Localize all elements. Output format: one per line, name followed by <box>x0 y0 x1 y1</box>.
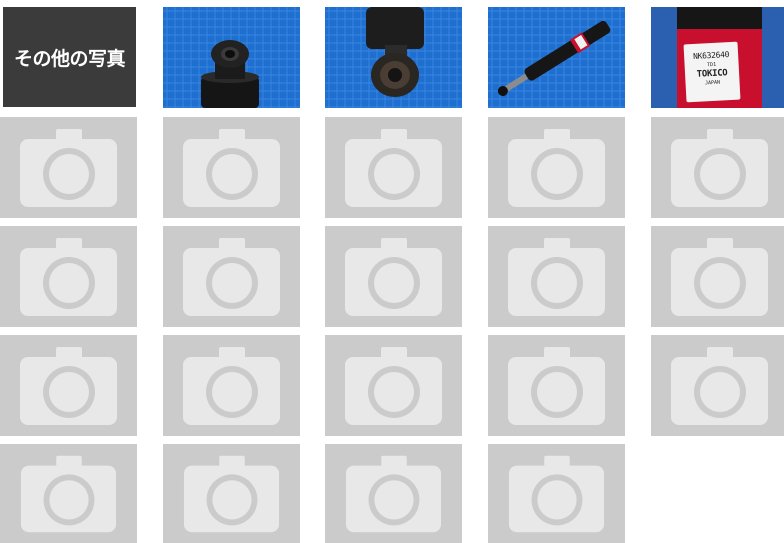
photo-placeholder[interactable] <box>163 117 300 218</box>
photo-placeholder[interactable] <box>488 117 625 218</box>
camera-icon <box>183 129 280 207</box>
photo-placeholder[interactable] <box>488 444 625 543</box>
camera-icon <box>345 455 442 533</box>
camera-icon <box>508 455 605 533</box>
camera-icon <box>345 347 442 425</box>
photo-shock-full <box>488 7 625 108</box>
photo-placeholder[interactable] <box>0 444 137 543</box>
photo-thumb-4[interactable]: NK632640 TD1 TOKICO JAPAN <box>651 7 784 108</box>
photo-placeholder[interactable] <box>488 226 625 327</box>
photo-bushing-eye <box>325 7 462 108</box>
camera-icon <box>20 129 117 207</box>
camera-icon <box>345 238 442 316</box>
camera-icon <box>508 238 605 316</box>
photo-gallery-grid: その他の写真 NK632640 TD1 TOKICO JAPAN <box>0 0 784 543</box>
photo-bushing-top <box>163 7 300 108</box>
camera-icon <box>20 455 117 533</box>
camera-icon <box>671 238 768 316</box>
photo-placeholder[interactable] <box>325 444 462 543</box>
photo-placeholder[interactable] <box>488 335 625 436</box>
part-number-text: NK632640 <box>692 50 730 61</box>
other-photos-label: その他の写真 <box>13 47 126 70</box>
photo-placeholder[interactable] <box>651 226 784 327</box>
camera-icon <box>671 347 768 425</box>
photo-thumb-1[interactable] <box>163 7 300 108</box>
camera-icon <box>345 129 442 207</box>
photo-placeholder[interactable] <box>651 117 784 218</box>
photo-placeholder[interactable] <box>163 335 300 436</box>
photo-placeholder[interactable] <box>0 117 137 218</box>
camera-icon <box>183 347 280 425</box>
camera-icon <box>671 129 768 207</box>
photo-placeholder[interactable] <box>325 226 462 327</box>
photo-placeholder[interactable] <box>163 226 300 327</box>
camera-icon <box>508 347 605 425</box>
camera-icon <box>508 129 605 207</box>
camera-icon <box>20 347 117 425</box>
other-photos-button[interactable]: その他の写真 <box>3 7 136 107</box>
photo-thumb-2[interactable] <box>325 7 462 108</box>
photo-thumb-3[interactable] <box>488 7 625 108</box>
camera-icon <box>183 238 280 316</box>
photo-placeholder[interactable] <box>163 444 300 543</box>
camera-icon <box>183 455 280 533</box>
photo-placeholder[interactable] <box>325 335 462 436</box>
photo-placeholder[interactable] <box>0 226 137 327</box>
photo-placeholder[interactable] <box>0 335 137 436</box>
camera-icon <box>20 238 117 316</box>
shock-label-sticker: NK632640 TD1 TOKICO JAPAN <box>651 7 784 108</box>
photo-placeholder[interactable] <box>651 335 784 436</box>
photo-placeholder[interactable] <box>325 117 462 218</box>
